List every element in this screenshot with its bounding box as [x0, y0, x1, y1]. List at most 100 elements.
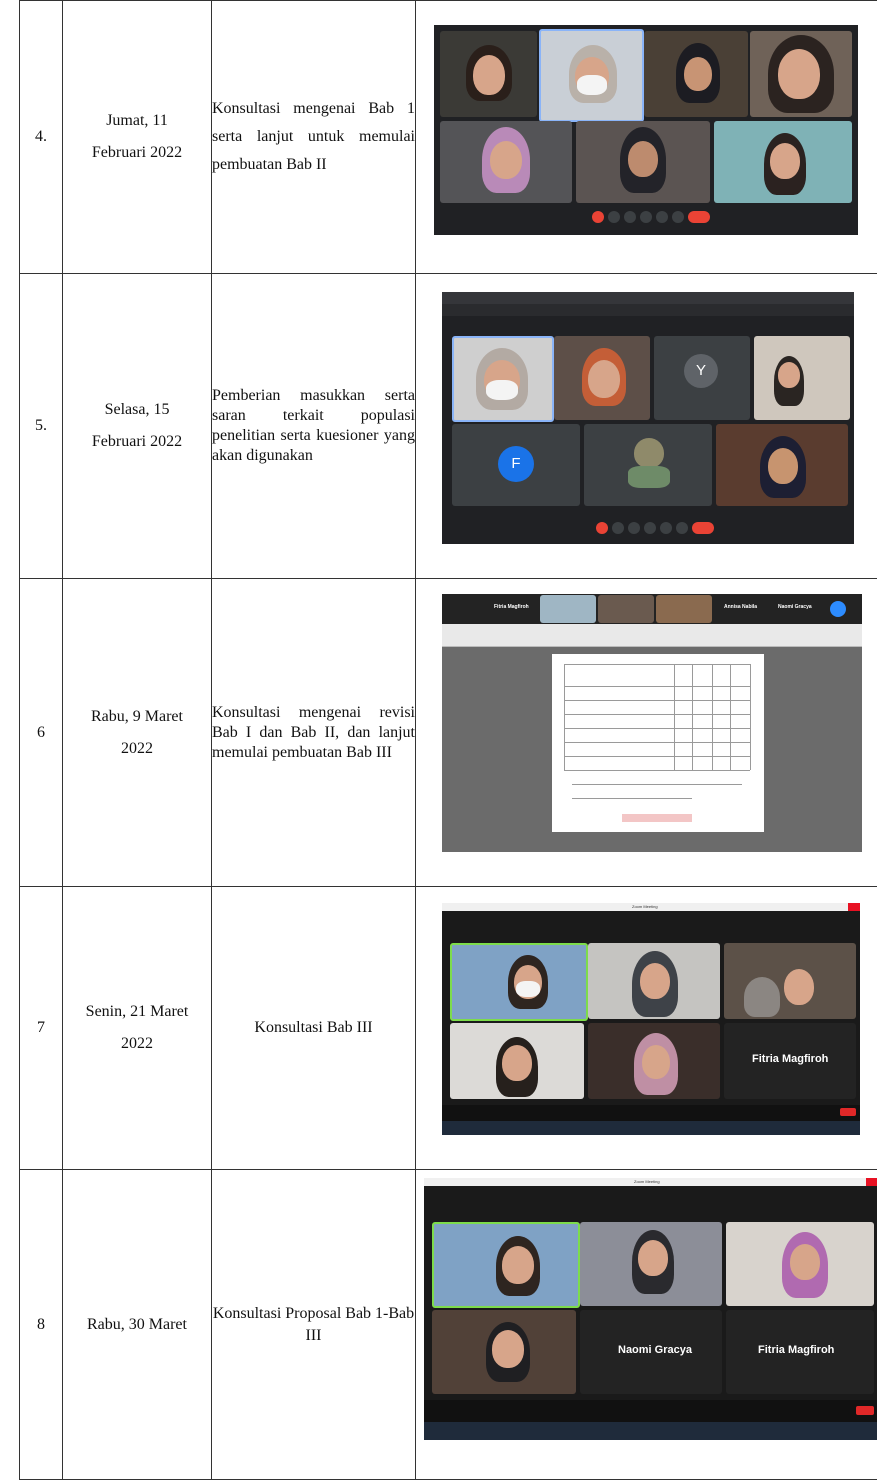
more-button[interactable]: [676, 522, 688, 534]
date-line-1: Jumat, 11: [63, 105, 211, 137]
window-title: Zoom Meeting: [634, 1179, 660, 1184]
taskbar: [442, 1121, 860, 1135]
table-row: 4. Jumat, 11 Februari 2022 Konsultasi me…: [20, 1, 877, 274]
video-tile: [450, 943, 588, 1021]
participant-name: Fitria Magfiroh: [752, 1053, 828, 1065]
video-tile: Fitria Magfiroh: [724, 1023, 856, 1099]
captions-button[interactable]: [624, 211, 636, 223]
row-activity: Konsultasi mengenai Bab 1 serta lanjut u…: [212, 1, 416, 274]
row-date: Selasa, 15 Februari 2022: [63, 274, 212, 579]
video-tile: [580, 1222, 722, 1306]
present-button[interactable]: [660, 522, 672, 534]
documentation-cell: Zoom Meeting: [416, 1170, 877, 1480]
table-row: 8 Rabu, 30 Maret Konsultasi Proposal Bab…: [20, 1170, 877, 1480]
pdf-share-screenshot: Fitria Magfiroh Annisa Nabila Naomi Grac…: [442, 594, 862, 852]
video-tile: [724, 943, 856, 1019]
date-line-2: Februari 2022: [63, 137, 211, 169]
video-tile: [440, 31, 537, 117]
camera-button[interactable]: [608, 211, 620, 223]
date-line-1: Rabu, 9 Maret: [63, 701, 211, 733]
video-tile: [726, 1222, 874, 1306]
video-tile: [452, 336, 554, 422]
avatar: Y: [684, 354, 718, 388]
video-tile: [644, 31, 748, 117]
document-page: [552, 654, 764, 832]
date-line-1: Selasa, 15: [63, 394, 211, 426]
end-meeting-button[interactable]: [856, 1406, 874, 1415]
video-tile: [750, 31, 852, 117]
row-number: 7: [20, 887, 63, 1170]
video-tile: Fitria Magfiroh: [726, 1310, 874, 1394]
avatar: F: [498, 446, 534, 482]
table-row: 7 Senin, 21 Maret 2022 Konsultasi Bab II…: [20, 887, 877, 1170]
video-tile: [432, 1310, 576, 1394]
participant-name: Fitria Magfiroh: [494, 604, 529, 610]
participant-name: Annisa Nabila: [724, 604, 757, 610]
pdf-toolbar: [442, 624, 862, 647]
row-number: 4.: [20, 1, 63, 274]
leave-call-button[interactable]: [692, 522, 714, 534]
row-date: Jumat, 11 Februari 2022: [63, 1, 212, 274]
video-tile: [440, 121, 572, 203]
documentation-cell: Zoom Meeting: [416, 887, 877, 1170]
zoom-screenshot: Zoom Meeting: [442, 903, 860, 1135]
video-tile: [588, 943, 720, 1019]
window-title-bar: Zoom Meeting: [424, 1178, 877, 1186]
documentation-cell: [416, 1, 877, 274]
row-number: 5.: [20, 274, 63, 579]
participant-name: Fitria Magfiroh: [758, 1344, 834, 1356]
participant-strip: Fitria Magfiroh Annisa Nabila Naomi Grac…: [442, 594, 862, 624]
mic-off-button[interactable]: [596, 522, 608, 534]
captions-button[interactable]: [628, 522, 640, 534]
participant-name: Naomi Gracya: [618, 1344, 692, 1356]
video-tile: Y: [654, 336, 750, 420]
video-tile: [584, 424, 712, 506]
row-date: Senin, 21 Maret 2022: [63, 887, 212, 1170]
raise-hand-button[interactable]: [640, 211, 652, 223]
video-tile: [754, 336, 850, 420]
row-number: 8: [20, 1170, 63, 1480]
mic-off-button[interactable]: [592, 211, 604, 223]
video-tile: [450, 1023, 584, 1099]
zoom-toolbar: [442, 1105, 860, 1121]
raise-hand-button[interactable]: [644, 522, 656, 534]
row-activity: Konsultasi Bab III: [212, 887, 416, 1170]
row-date: Rabu, 30 Maret: [63, 1170, 212, 1480]
video-tile: Naomi Gracya: [580, 1310, 722, 1394]
table-row: 5. Selasa, 15 Februari 2022 Pemberian ma…: [20, 274, 877, 579]
date-line-1: Senin, 21 Maret: [63, 996, 211, 1028]
video-tile: [656, 595, 712, 623]
leave-call-button[interactable]: [688, 211, 710, 223]
video-tile: [714, 121, 852, 203]
zoom-icon: [830, 601, 846, 617]
zoom-toolbar: [424, 1400, 877, 1422]
zoom-screenshot: Zoom Meeting: [424, 1178, 877, 1440]
taskbar: [424, 1422, 877, 1440]
meet-screenshot: [434, 25, 858, 235]
video-tile: [432, 1222, 580, 1308]
row-date: Rabu, 9 Maret 2022: [63, 579, 212, 887]
date-line-2: 2022: [63, 733, 211, 765]
close-icon[interactable]: [848, 903, 860, 911]
more-button[interactable]: [672, 211, 684, 223]
participant-name: Naomi Gracya: [778, 604, 812, 610]
present-button[interactable]: [656, 211, 668, 223]
row-activity: Konsultasi Proposal Bab 1-Bab III: [212, 1170, 416, 1480]
close-icon[interactable]: [866, 1178, 877, 1186]
date-line-2: 2022: [63, 1028, 211, 1060]
video-tile: [588, 1023, 720, 1099]
documentation-cell: Y F: [416, 274, 877, 579]
table-row: 6 Rabu, 9 Maret 2022 Konsultasi mengenai…: [20, 579, 877, 887]
video-tile: [540, 595, 596, 623]
meet-browser-screenshot: Y F: [442, 292, 854, 544]
date-line-2: Februari 2022: [63, 426, 211, 458]
row-activity: Pemberian masukkan serta saran terkait p…: [212, 274, 416, 579]
end-meeting-button[interactable]: [840, 1108, 856, 1116]
browser-tab-bar: [442, 292, 854, 304]
video-tile: [576, 121, 710, 203]
window-title-bar: Zoom Meeting: [442, 903, 860, 911]
row-number: 6: [20, 579, 63, 887]
camera-button[interactable]: [612, 522, 624, 534]
video-tile: F: [452, 424, 580, 506]
video-tile: [539, 29, 644, 122]
